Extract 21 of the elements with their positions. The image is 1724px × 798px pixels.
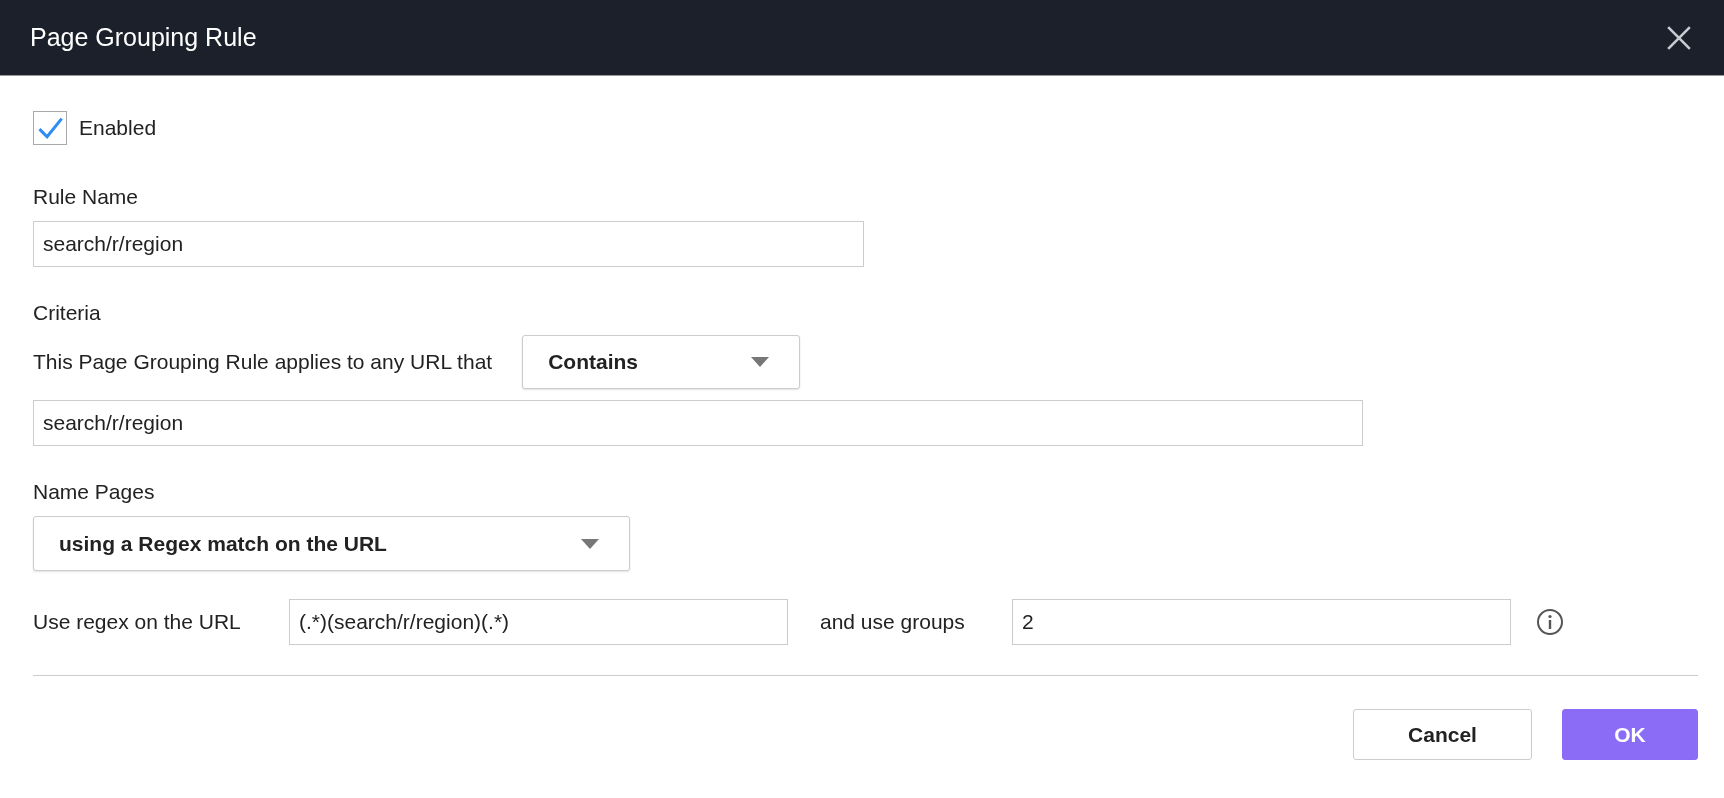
regex-label: Use regex on the URL: [33, 610, 242, 634]
caret-icon: [751, 357, 770, 367]
rule-name-label: Rule Name: [33, 185, 139, 209]
info-icon[interactable]: [1536, 608, 1564, 636]
name-method-dropdown[interactable]: using a Regex match on the URL: [33, 516, 630, 571]
close-icon[interactable]: [1666, 24, 1692, 51]
match-dropdown[interactable]: Contains: [522, 335, 801, 389]
name-pages-label: Name Pages: [33, 480, 155, 504]
window-title: Page Grouping Rule: [30, 23, 257, 52]
rule-name-field[interactable]: search/r/region: [33, 221, 864, 267]
criteria-label: Criteria: [33, 301, 101, 325]
criteria-sentence: This Page Grouping Rule applies to any URL that: [33, 350, 493, 374]
criteria-field[interactable]: search/r/region: [33, 400, 1363, 446]
enabled-label: Enabled: [79, 116, 157, 140]
ok-button[interactable]: OK: [1562, 709, 1698, 760]
regex-field[interactable]: (.*)(search/r/region)(.*): [289, 599, 788, 645]
enabled-checkbox[interactable]: [33, 111, 67, 145]
groups-label: and use groups: [819, 610, 966, 634]
groups-field[interactable]: 2: [1012, 599, 1511, 645]
caret-icon: [581, 538, 599, 549]
cancel-button[interactable]: Cancel: [1353, 709, 1532, 760]
